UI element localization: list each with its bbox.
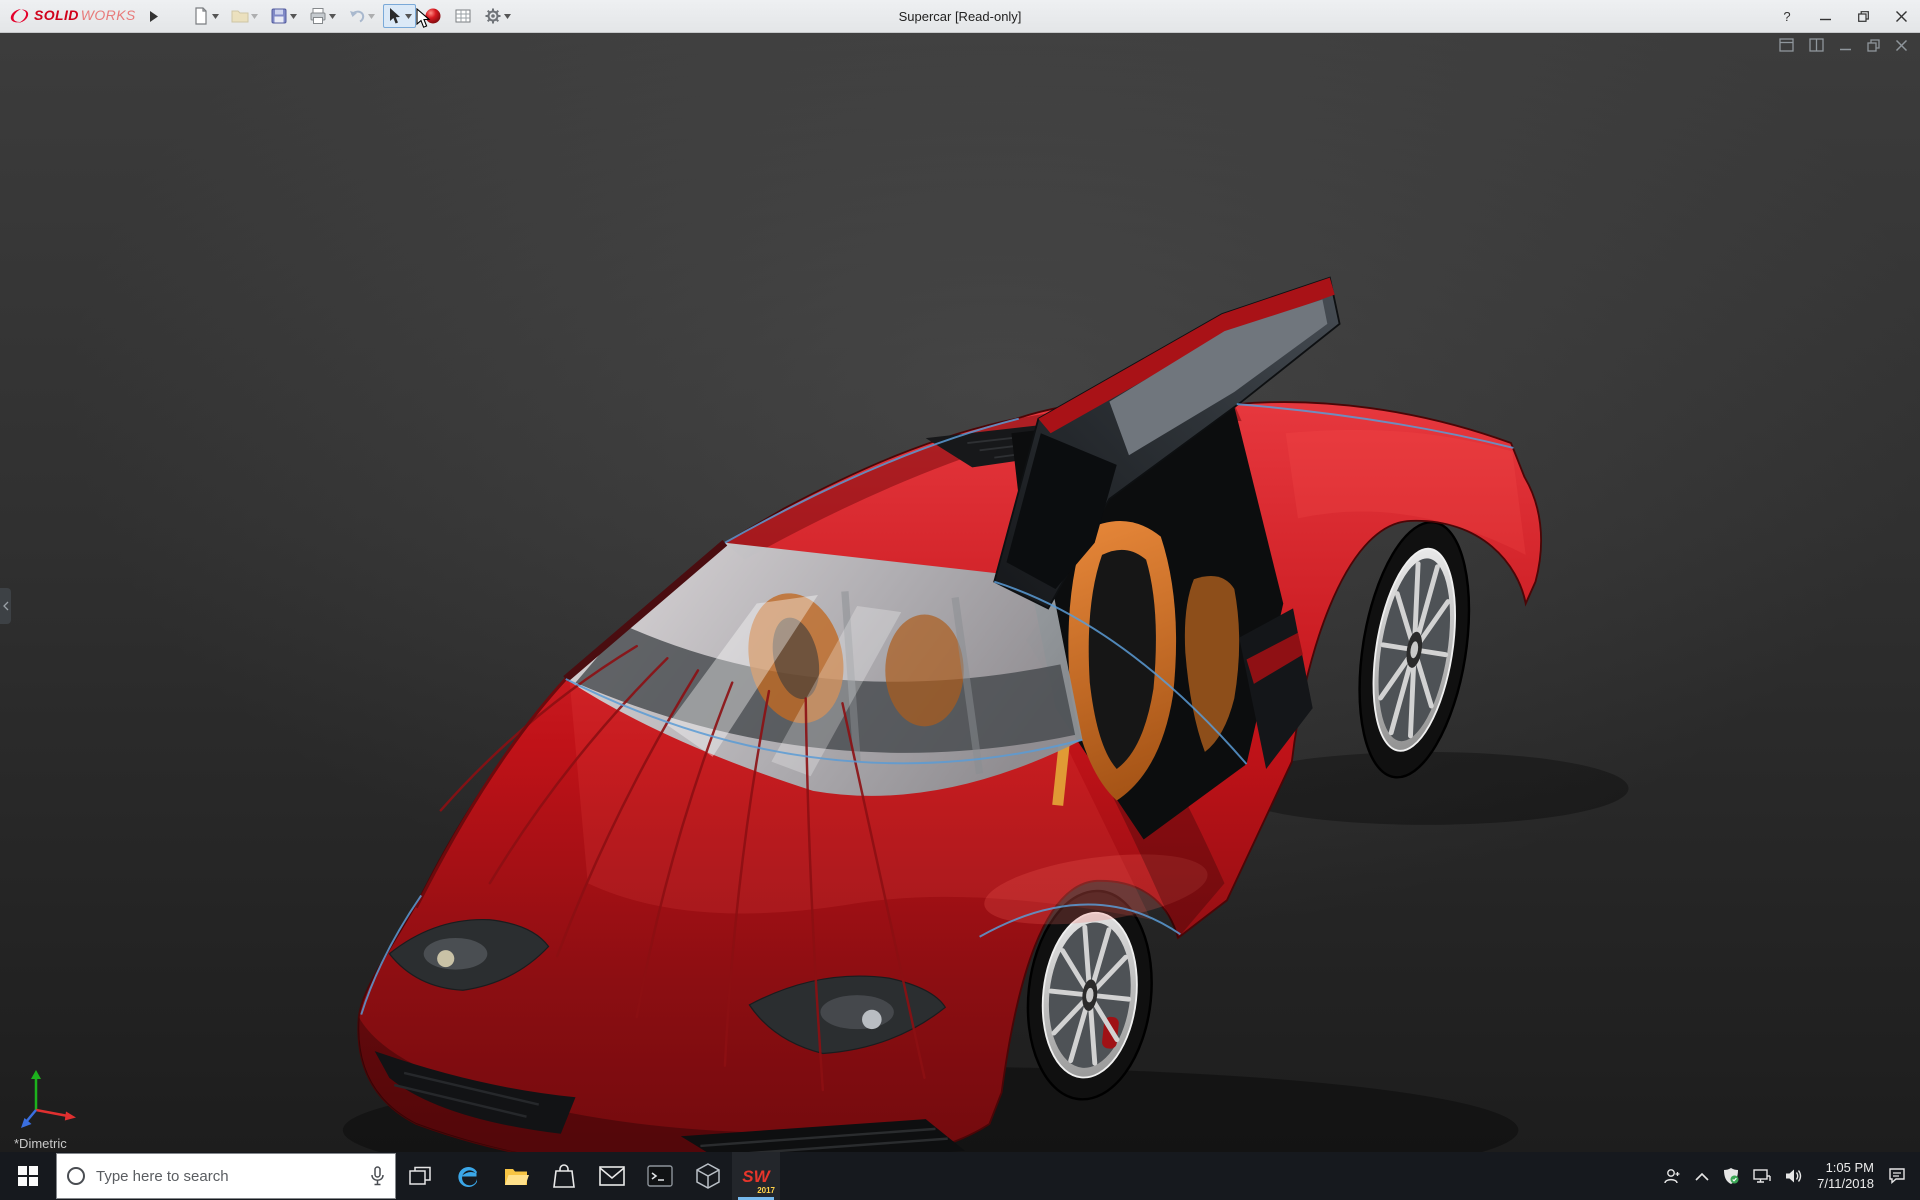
undo-button[interactable] bbox=[344, 4, 379, 28]
play-arrow-icon bbox=[149, 11, 158, 22]
print-button[interactable] bbox=[305, 4, 340, 28]
task-view-icon bbox=[409, 1166, 431, 1186]
taskbar-mail[interactable] bbox=[588, 1152, 636, 1200]
seat-through-glass-right bbox=[885, 614, 963, 726]
system-tray: 1:05 PM 7/11/2018 bbox=[1663, 1152, 1920, 1200]
select-tool-button[interactable] bbox=[383, 4, 416, 28]
taskbar-solidworks[interactable]: SW 2017 bbox=[732, 1152, 780, 1200]
brand-works: WORKS bbox=[81, 7, 136, 23]
solidworks-app-icon: SW bbox=[742, 1168, 769, 1185]
store-icon bbox=[552, 1163, 576, 1189]
defender-shield-icon bbox=[1723, 1167, 1739, 1185]
doc-restore-icon[interactable] bbox=[1867, 39, 1880, 52]
select-cursor-icon bbox=[387, 7, 403, 25]
edge-browser-icon bbox=[455, 1163, 481, 1189]
windows-logo-icon bbox=[18, 1166, 38, 1186]
dropdown-caret-icon[interactable] bbox=[251, 14, 258, 19]
headlight-left-lens bbox=[424, 938, 488, 970]
orientation-triad[interactable] bbox=[18, 1066, 82, 1130]
new-window-icon[interactable] bbox=[1779, 38, 1794, 52]
windows-taskbar: SW 2017 bbox=[0, 1152, 1920, 1200]
titlebar: SOLIDWORKS bbox=[0, 0, 1920, 33]
task-view-button[interactable] bbox=[396, 1152, 444, 1200]
close-button[interactable] bbox=[1882, 0, 1920, 32]
document-window-controls bbox=[1779, 38, 1908, 52]
people-icon bbox=[1663, 1167, 1681, 1185]
mouse-pointer-cursor bbox=[416, 8, 431, 29]
action-center-icon bbox=[1888, 1167, 1906, 1185]
quick-toolbar bbox=[188, 4, 515, 28]
console-icon bbox=[647, 1165, 673, 1187]
clock-date: 7/11/2018 bbox=[1817, 1176, 1874, 1192]
speaker-icon bbox=[1785, 1168, 1803, 1184]
dropdown-caret-icon[interactable] bbox=[504, 14, 511, 19]
triad-x-axis bbox=[65, 1112, 76, 1121]
rear-wheel bbox=[1343, 514, 1485, 785]
triad-z-axis bbox=[21, 1118, 32, 1128]
new-document-button[interactable] bbox=[188, 4, 223, 28]
dropdown-caret-icon[interactable] bbox=[329, 14, 336, 19]
restore-icon bbox=[1858, 11, 1869, 22]
cube-app-icon bbox=[696, 1163, 720, 1189]
doc-minimize-icon[interactable] bbox=[1839, 39, 1852, 52]
undo-arrow-icon bbox=[348, 7, 366, 25]
headlight-left-projector bbox=[437, 950, 454, 967]
file-explorer-icon bbox=[503, 1163, 529, 1189]
solidworks-logo: SOLIDWORKS bbox=[8, 7, 136, 25]
cortana-icon bbox=[67, 1167, 85, 1185]
chevron-up-icon bbox=[1695, 1172, 1709, 1181]
taskbar-cad-viewer[interactable] bbox=[684, 1152, 732, 1200]
taskbar-clock[interactable]: 1:05 PM 7/11/2018 bbox=[1817, 1160, 1874, 1192]
dropdown-caret-icon[interactable] bbox=[290, 14, 297, 19]
people-button[interactable] bbox=[1663, 1167, 1681, 1185]
volume-tray-button[interactable] bbox=[1785, 1168, 1803, 1184]
microphone-icon[interactable] bbox=[370, 1166, 385, 1186]
3d-model-supercar[interactable] bbox=[0, 32, 1920, 1152]
search-input[interactable] bbox=[94, 1167, 361, 1186]
taskbar-store[interactable] bbox=[540, 1152, 588, 1200]
sheet-table-icon bbox=[454, 7, 472, 25]
taskbar-edge[interactable] bbox=[444, 1152, 492, 1200]
maximize-button[interactable] bbox=[1844, 0, 1882, 32]
printer-icon bbox=[309, 7, 327, 25]
mail-icon bbox=[599, 1166, 625, 1186]
dassault-mark-icon bbox=[8, 7, 32, 25]
help-button[interactable]: ? bbox=[1768, 0, 1806, 32]
headlight-right-projector bbox=[862, 1010, 882, 1029]
dropdown-caret-icon[interactable] bbox=[368, 14, 375, 19]
doc-close-icon[interactable] bbox=[1895, 39, 1908, 52]
headlight-right-lens bbox=[820, 995, 893, 1029]
network-icon bbox=[1753, 1168, 1771, 1184]
window-controls: ? bbox=[1768, 0, 1920, 32]
taskbar-console[interactable] bbox=[636, 1152, 684, 1200]
open-folder-icon bbox=[231, 7, 249, 25]
solidworks-year-badge: 2017 bbox=[757, 1186, 775, 1195]
view-orientation-label: *Dimetric bbox=[14, 1136, 67, 1151]
show-hidden-icons-button[interactable] bbox=[1695, 1172, 1709, 1181]
options-button[interactable] bbox=[480, 4, 515, 28]
graphics-viewport[interactable]: *Dimetric bbox=[0, 32, 1920, 1152]
taskbar-file-explorer[interactable] bbox=[492, 1152, 540, 1200]
split-window-icon[interactable] bbox=[1809, 38, 1824, 52]
security-tray-button[interactable] bbox=[1723, 1167, 1739, 1185]
brand-solid: SOLID bbox=[34, 7, 79, 23]
drawing-sheet-button[interactable] bbox=[450, 4, 476, 28]
dropdown-caret-icon[interactable] bbox=[405, 14, 412, 19]
start-button[interactable] bbox=[0, 1152, 56, 1200]
save-button[interactable] bbox=[266, 4, 301, 28]
dropdown-caret-icon[interactable] bbox=[212, 14, 219, 19]
triad-y-axis bbox=[31, 1070, 41, 1079]
minimize-button[interactable] bbox=[1806, 0, 1844, 32]
open-document-button[interactable] bbox=[227, 4, 262, 28]
save-floppy-icon bbox=[270, 7, 288, 25]
taskbar-search[interactable] bbox=[56, 1153, 396, 1199]
new-document-icon bbox=[192, 7, 210, 25]
close-icon bbox=[1896, 11, 1907, 22]
menu-expand-arrow[interactable] bbox=[146, 8, 162, 24]
minimize-icon bbox=[1820, 11, 1831, 22]
action-center-button[interactable] bbox=[1888, 1167, 1906, 1185]
gear-icon bbox=[484, 7, 502, 25]
network-tray-button[interactable] bbox=[1753, 1168, 1771, 1184]
clock-time: 1:05 PM bbox=[1817, 1160, 1874, 1176]
